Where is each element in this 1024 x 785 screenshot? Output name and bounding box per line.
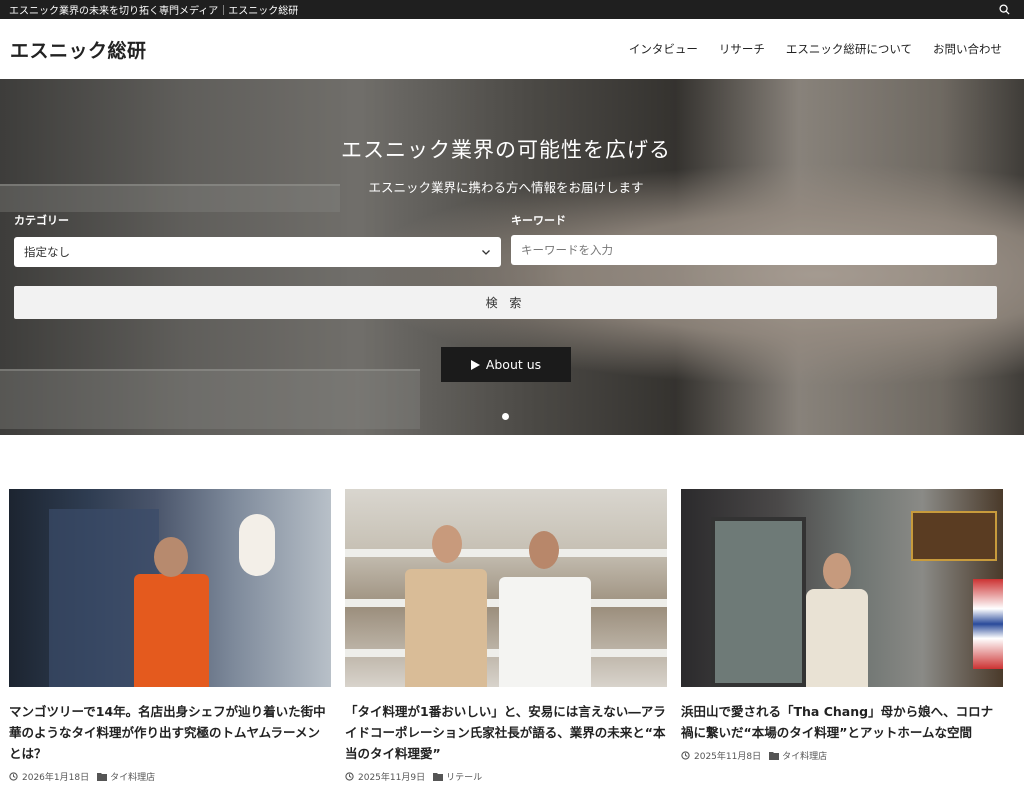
play-icon [470,359,480,370]
keyword-input[interactable] [511,235,997,265]
article-card[interactable]: 「タイ料理が1番おいしい」と、安易には言えない―アライドコーポレーション氏家社長… [345,489,667,783]
site-logo[interactable]: エスニック総研 [10,36,147,63]
article-thumbnail[interactable] [9,489,331,687]
article-thumbnail[interactable] [345,489,667,687]
article-meta: 2026年1月18日 タイ料理店 [9,770,331,783]
nav-item-research[interactable]: リサーチ [719,41,765,57]
article-category[interactable]: タイ料理店 [110,770,155,783]
category-label: カテゴリー [14,214,69,227]
hero-banner: エスニック業界の可能性を広げる エスニック業界に携わる方へ情報をお届けします カ… [0,79,1024,435]
slider-dot[interactable] [502,413,509,420]
search-button[interactable]: 検 索 [14,286,997,319]
article-title[interactable]: 「タイ料理が1番おいしい」と、安易には言えない―アライドコーポレーション氏家社長… [345,701,667,764]
about-us-button[interactable]: About us [441,347,571,382]
folder-icon [433,773,444,781]
nav-item-contact[interactable]: お問い合わせ [933,41,1002,57]
article-meta: 2025年11月9日 リテール [345,770,667,783]
category-select-value: 指定なし [24,245,70,259]
search-icon[interactable] [996,2,1012,18]
article-category[interactable]: リテール [446,770,482,783]
nav-item-about[interactable]: エスニック総研について [786,41,912,57]
folder-icon [769,752,780,760]
article-list: マンゴツリーで14年。名店出身シェフが辿り着いた街中華のようなタイ料理が作り出す… [9,489,1003,783]
article-card[interactable]: 浜田山で愛される「Tha Chang」母から娘へ、コロナ禍に繋いだ“本場のタイ料… [681,489,1003,783]
article-thumbnail[interactable] [681,489,1003,687]
main-nav: インタビュー リサーチ エスニック総研について お問い合わせ [608,41,1002,57]
article-title[interactable]: 浜田山で愛される「Tha Chang」母から娘へ、コロナ禍に繋いだ“本場のタイ料… [681,701,1003,743]
hero-subtitle: エスニック業界に携わる方へ情報をお届けします [368,180,644,195]
clock-icon [681,751,690,760]
article-category[interactable]: タイ料理店 [782,749,827,762]
folder-icon [97,773,108,781]
article-card[interactable]: マンゴツリーで14年。名店出身シェフが辿り着いた街中華のようなタイ料理が作り出す… [9,489,331,783]
chevron-down-icon [482,250,490,255]
article-title[interactable]: マンゴツリーで14年。名店出身シェフが辿り着いた街中華のようなタイ料理が作り出す… [9,701,331,764]
article-date: 2026年1月18日 [22,773,90,783]
about-us-label: About us [485,357,542,372]
article-meta: 2025年11月8日 タイ料理店 [681,749,1003,762]
clock-icon [9,772,18,781]
keyword-label: キーワード [511,214,566,227]
hero-title: エスニック業界の可能性を広げる [341,138,671,162]
category-select[interactable]: 指定なし [14,237,501,267]
article-date: 2025年11月8日 [694,752,762,762]
article-date: 2025年11月9日 [358,773,426,783]
site-tagline: エスニック業界の未来を切り拓く専門メディア｜エスニック総研 [9,6,299,17]
nav-item-interview[interactable]: インタビュー [629,41,698,57]
site-header: エスニック総研 インタビュー リサーチ エスニック総研について お問い合わせ [0,19,1024,79]
clock-icon [345,772,354,781]
top-bar: エスニック業界の未来を切り拓く専門メディア｜エスニック総研 [0,0,1024,19]
